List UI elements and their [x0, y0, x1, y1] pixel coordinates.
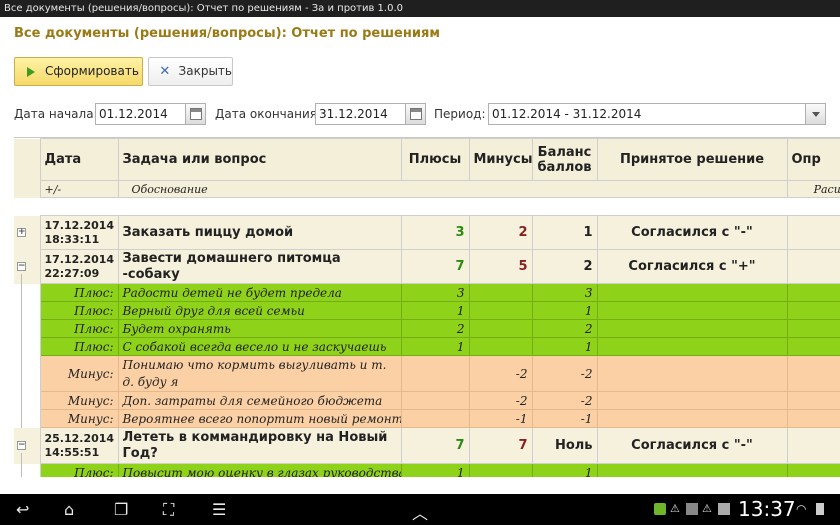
col-balance[interactable]: Баланс баллов	[531, 138, 598, 181]
list-item[interactable]: Плюс: Радости детей не будет предела 3 3	[14, 283, 840, 302]
col-task[interactable]: Задача или вопрос	[117, 138, 402, 181]
back-icon[interactable]: ↩	[16, 500, 29, 519]
list-item[interactable]: Плюс: Будет охранять 2 2	[14, 319, 840, 338]
close-icon: ✕	[159, 64, 171, 79]
play-icon	[27, 66, 35, 77]
list-item[interactable]: Плюс: С собакой всегда весело и не заску…	[14, 337, 840, 356]
start-date-input[interactable]: 01.12.2014	[95, 103, 186, 125]
close-button[interactable]: ✕ Закрыть	[148, 57, 233, 86]
task-cell: Лететь в коммандировку на Новый Год?	[117, 427, 402, 464]
subcol-sign: +/-	[39, 180, 119, 198]
col-decision[interactable]: Принятое решение	[596, 138, 788, 181]
expand-icon[interactable]: +	[17, 227, 26, 237]
task-cell: Заказать пиццу домой	[117, 215, 402, 250]
list-item[interactable]: Минус: Вероятнее всего попортит новый ре…	[14, 409, 840, 428]
chevron-up-icon[interactable]: ︿	[412, 500, 428, 524]
collapse-icon[interactable]: −	[17, 261, 26, 271]
table-row[interactable]: − 17.12.2014 22:27:09 Завести домашнего п…	[14, 249, 840, 284]
report-grid[interactable]: Дата Задача или вопрос Плюсы Минусы Бала…	[14, 137, 840, 477]
warning-icon: ⚠	[702, 502, 712, 515]
card-icon	[718, 503, 730, 515]
generate-button[interactable]: Сформировать	[14, 57, 143, 86]
close-button-label: Закрыть	[178, 64, 232, 78]
period-input[interactable]: 01.12.2014 - 31.12.2014	[488, 103, 806, 125]
period-dropdown-button[interactable]	[805, 103, 826, 125]
system-bar: ↩ ⌂ ❐ ⛶ ☰ ︿ ⚠ ⚠ 13:37 ◠	[0, 494, 840, 525]
start-date-label: Дата начала:	[14, 107, 98, 121]
list-item[interactable]: Плюс: Повысит мою оценку в глазах руково…	[14, 463, 840, 477]
end-date-input[interactable]: 31.12.2014	[315, 103, 406, 125]
subcol-reason: Обоснование	[117, 180, 788, 198]
subcol-extra: Расшифро	[786, 180, 840, 198]
clock: 13:37	[738, 497, 796, 521]
col-plus[interactable]: Плюсы	[400, 138, 470, 181]
menu-icon[interactable]: ☰	[212, 500, 226, 519]
recent-apps-icon[interactable]: ❐	[114, 500, 128, 519]
screenshot-icon[interactable]: ⛶	[163, 500, 174, 520]
end-date-label: Дата окончания:	[215, 107, 322, 121]
table-row[interactable]: + 17.12.2014 18:33:11 Заказать пиццу домо…	[14, 215, 840, 250]
calendar-icon	[410, 108, 422, 120]
collapse-icon[interactable]: −	[17, 440, 26, 450]
wifi-icon: ◠	[796, 502, 807, 516]
page-title: Все документы (решения/вопросы): Отчет п…	[14, 26, 440, 41]
col-minus[interactable]: Минусы	[468, 138, 533, 181]
subheader-row: +/- Обоснование Расшифро	[14, 180, 840, 198]
generate-button-label: Сформировать	[45, 64, 139, 78]
android-icon	[654, 503, 666, 515]
col-extra[interactable]: Опр	[786, 138, 840, 181]
chevron-down-icon	[812, 112, 820, 117]
period-label: Период:	[434, 107, 486, 121]
end-date-calendar-button[interactable]	[405, 103, 426, 125]
calendar-icon	[190, 108, 202, 120]
start-date-calendar-button[interactable]	[185, 103, 206, 125]
home-icon[interactable]: ⌂	[64, 500, 74, 519]
list-item[interactable]: Плюс: Верный друг для всей семьи 1 1	[14, 301, 840, 320]
header-row: Дата Задача или вопрос Плюсы Минусы Бала…	[14, 138, 840, 181]
battery-icon	[816, 503, 824, 515]
list-item[interactable]: Минус: Понимаю что кормить выгуливать и …	[14, 355, 840, 392]
list-item[interactable]: Минус: Доп. затраты для семейного бюджет…	[14, 391, 840, 410]
table-row[interactable]: − 25.12.2014 14:55:51 Лететь в коммандиро…	[14, 427, 840, 464]
task-cell: Завести домашнего питомца -собаку	[117, 249, 402, 284]
window-title: Все документы (решения/вопросы): Отчет п…	[0, 0, 840, 17]
image-icon	[686, 503, 698, 515]
warning-icon: ⚠	[670, 502, 680, 515]
col-date[interactable]: Дата	[39, 138, 119, 181]
